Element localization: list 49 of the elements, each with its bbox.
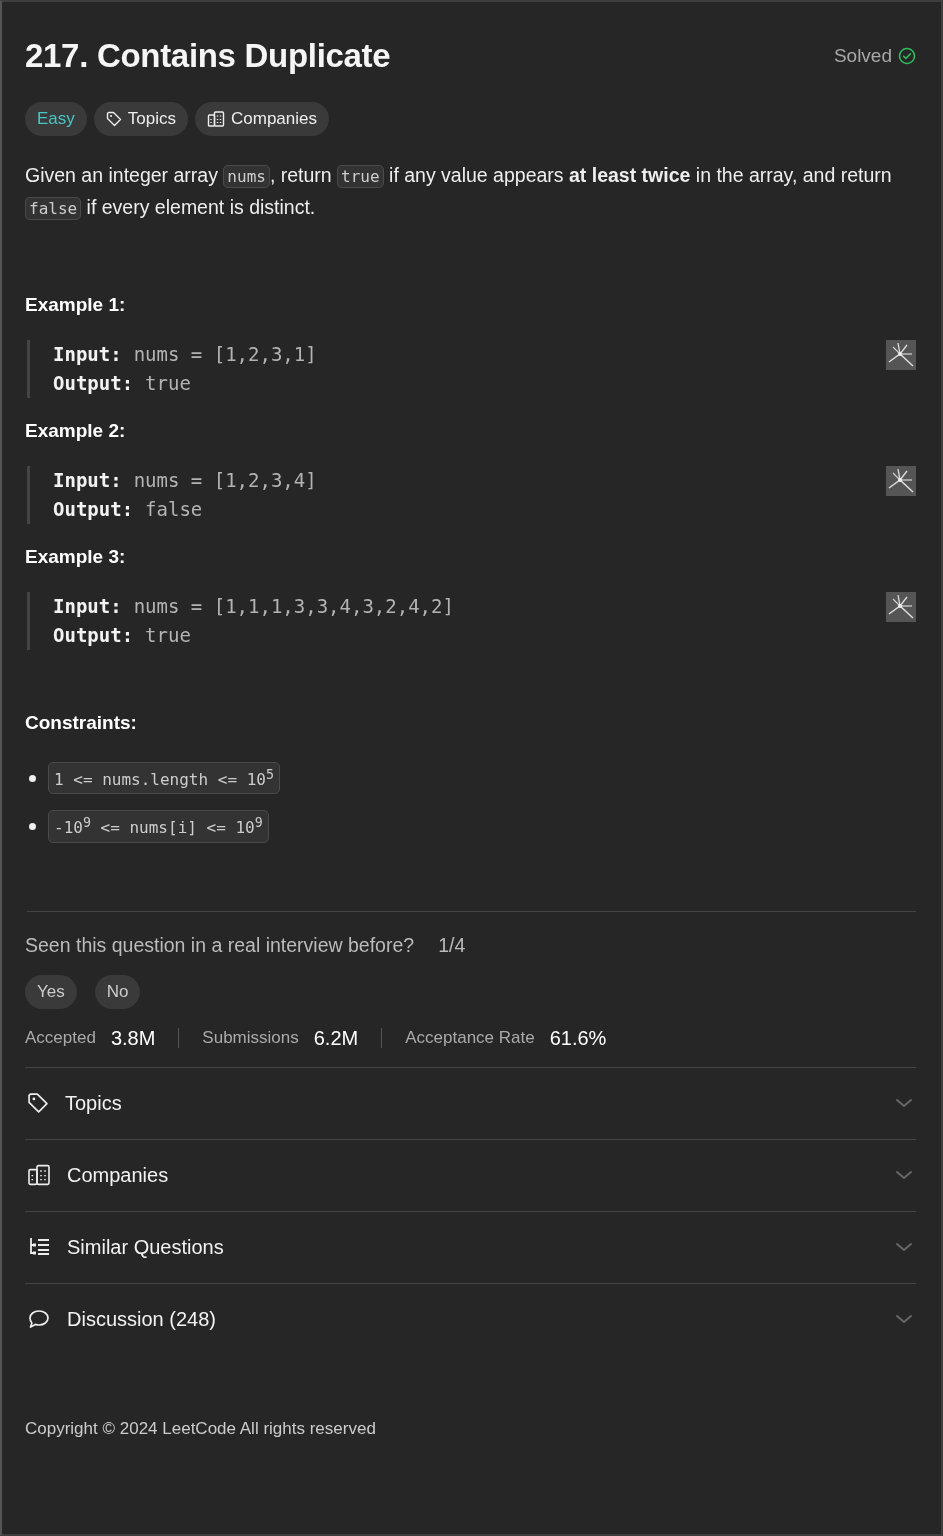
copyright-text: Copyright © 2024 LeetCode All rights reserved [25, 1418, 377, 1439]
building-icon [27, 1163, 51, 1188]
input-value: nums = [1,2,3,1] [133, 343, 317, 365]
output-value: false [145, 498, 203, 520]
stat-label: Submissions [202, 1028, 299, 1049]
accordion-row[interactable]: Discussion (248) [25, 1282, 916, 1355]
answer-count: 1/4 [438, 933, 466, 957]
stat-label: Accepted [25, 1028, 96, 1049]
chevron-icon [894, 1313, 914, 1326]
chevron-icon [894, 1097, 914, 1110]
problem-description: Given an integer array nums , return true if any value appears at least twice in the array, and return false if every element is distinct. [25, 163, 893, 222]
status-label: Solved [833, 45, 892, 67]
constraint-code: -10$^{9}$ <= nums[i] <= 10$^{9}$ [48, 810, 269, 843]
stat-value: 6.2M [313, 1026, 359, 1050]
input-value: nums = [1,1,1,3,3,4,3,2,4,2] [133, 595, 454, 617]
chevron-icon [894, 1241, 914, 1254]
constraints-heading: Constraints: [25, 712, 138, 734]
problem-title: 217. Contains Duplicate [25, 37, 391, 75]
output-value: true [145, 372, 191, 394]
stat-value: 3.8M [110, 1026, 156, 1050]
building-icon [207, 110, 225, 128]
example-heading: Example 2: [25, 420, 127, 442]
bullet-icon [29, 774, 36, 782]
stat-value: 61.6% [549, 1026, 607, 1050]
input-value: nums = [1,2,3,4] [133, 469, 317, 491]
bullet-icon [29, 823, 36, 830]
answer-button[interactable]: Yes [25, 974, 77, 1009]
example-heading: Example 1: [25, 294, 127, 316]
output-label: Output: [53, 372, 134, 394]
stat-label: Acceptance Rate [405, 1028, 535, 1049]
tag-icon [27, 1092, 49, 1115]
companies-chip[interactable]: Companies [195, 102, 329, 136]
output-label: Output: [53, 498, 134, 520]
input-label: Input: [53, 595, 122, 617]
accordion-row[interactable]: Topics [25, 1066, 916, 1139]
input-label: Input: [53, 343, 122, 365]
answer-button[interactable]: No [94, 974, 141, 1009]
input-label: Input: [53, 469, 122, 491]
accordion-row[interactable]: Similar Questions [25, 1210, 916, 1283]
output-label: Output: [53, 624, 134, 646]
tag-icon [105, 111, 122, 127]
output-value: true [145, 624, 191, 646]
accordion-row[interactable]: Companies [25, 1138, 916, 1211]
example-heading: Example 3: [25, 546, 127, 568]
difficulty-badge: Easy [25, 102, 87, 136]
constraint-code: 1 <= nums.length <= 10$^{5}$ [48, 762, 280, 795]
topics-chip[interactable]: Topics [93, 102, 188, 136]
chevron-icon [894, 1169, 914, 1182]
interview-question: Seen this question in a real interview before? [25, 933, 415, 957]
